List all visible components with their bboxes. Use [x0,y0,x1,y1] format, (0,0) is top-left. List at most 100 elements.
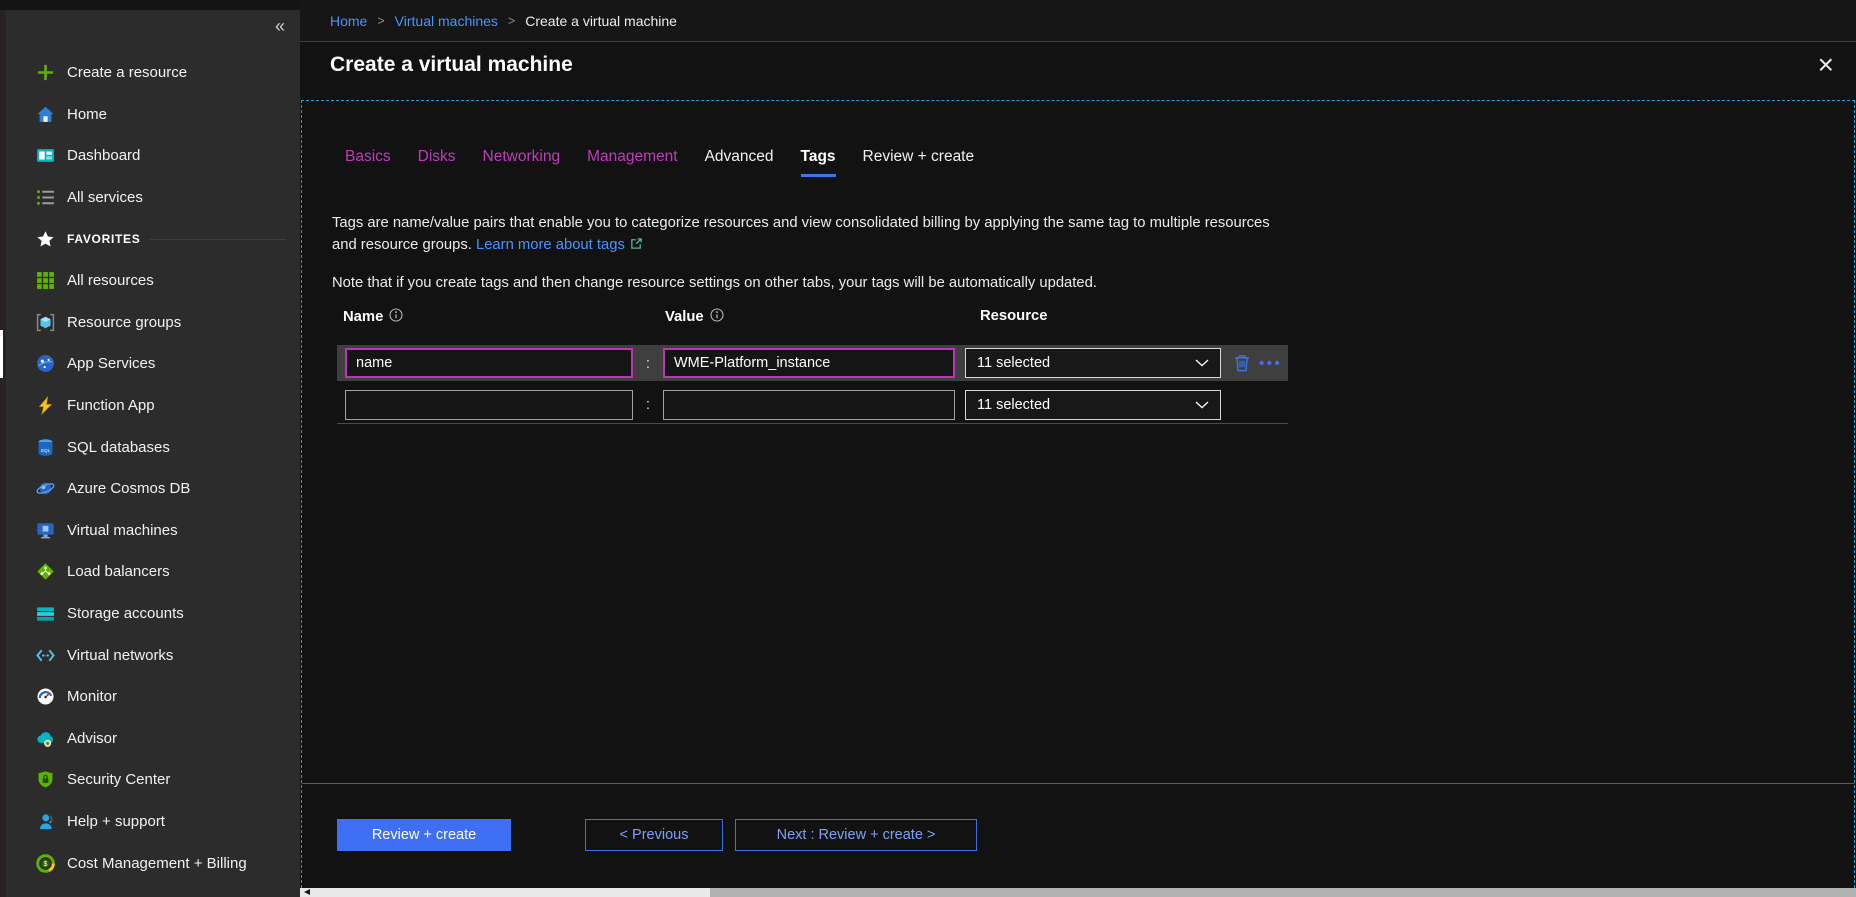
lightning-icon [36,396,55,415]
sidebar-item-dashboard[interactable]: Dashboard [6,135,300,177]
tab-review-create[interactable]: Review + create [863,148,975,177]
sidebar-item-label: Dashboard [67,147,140,164]
tab-tags[interactable]: Tags [801,148,836,177]
sidebar-item-label: Virtual machines [67,522,178,539]
sidebar-collapse-icon[interactable]: « [275,16,285,37]
sidebar-item-favorites: FAVORITES [6,218,300,260]
breadcrumb-home[interactable]: Home [330,13,367,29]
tag-row-2: : 11 selected [337,388,1288,421]
external-link-icon [630,235,643,257]
advisor-icon [36,729,55,748]
grid-icon [36,271,55,290]
breadcrumb-create-a-virtual-machine: Create a virtual machine [525,13,677,29]
sidebar-item-label: Load balancers [67,563,170,580]
tab-advanced[interactable]: Advanced [705,148,774,177]
review-create-button[interactable]: Review + create [337,819,511,851]
sidebar-item-create-a-resource[interactable]: Create a resource [6,52,300,94]
sidebar-item-label: Cost Management + Billing [67,855,247,872]
sidebar-item-label: Monitor [67,688,117,705]
tab-management[interactable]: Management [587,148,677,177]
resource-dropdown-value: 11 selected [977,397,1050,413]
sidebar-item-monitor[interactable]: Monitor [6,676,300,718]
close-icon[interactable]: × [1818,51,1834,79]
sidebar-item-advisor[interactable]: Advisor [6,718,300,760]
footer-divider [302,783,1854,784]
plus-icon [36,63,55,82]
sidebar-item-all-resources[interactable]: All resources [6,260,300,302]
sidebar-item-function-app[interactable]: Function App [6,385,300,427]
load-balancer-icon [36,562,55,581]
scroll-left-arrow-icon[interactable] [304,889,310,895]
sidebar-item-virtual-machines[interactable]: Virtual machines [6,510,300,552]
sidebar-item-label: FAVORITES [67,232,140,246]
breadcrumb-virtual-machines[interactable]: Virtual machines [395,13,498,29]
column-header-resource: Resource [980,308,1047,324]
sidebar-item-home[interactable]: Home [6,94,300,136]
rail-selection-indicator [0,330,3,378]
vm-monitor-icon [36,521,55,540]
billing-icon: $ [36,854,55,873]
resource-dropdown[interactable]: 11 selected [965,348,1221,378]
resource-dropdown[interactable]: 11 selected [965,390,1221,420]
resource-dropdown-value: 11 selected [977,355,1050,371]
page-title: Create a virtual machine [330,53,573,77]
title-bar: Create a virtual machine × [300,42,1856,88]
tag-name-input[interactable] [345,348,633,378]
tag-value-input-empty[interactable] [663,390,955,420]
sidebar-item-label: Storage accounts [67,605,184,622]
scrollbar-thumb[interactable] [710,888,1856,897]
tag-separator: : [633,355,663,372]
sidebar-item-label: Function App [67,397,155,414]
chevron-down-icon [1195,401,1209,409]
tab-networking[interactable]: Networking [483,148,561,177]
sidebar-item-label: Help + support [67,813,165,830]
tag-name-input-empty[interactable] [345,390,633,420]
trash-icon[interactable] [1234,354,1250,372]
previous-button[interactable]: < Previous [585,819,723,851]
gauge-icon [36,687,55,706]
star-icon [36,230,55,249]
sidebar-item-label: App Services [67,355,155,372]
sidebar-item-help-support[interactable]: Help + support [6,801,300,843]
horizontal-scrollbar[interactable] [300,888,1856,897]
next-button[interactable]: Next : Review + create > [735,819,977,851]
sidebar-item-label: All services [67,189,143,206]
home-icon [36,105,55,124]
tag-separator: : [633,396,663,413]
chevron-down-icon [1195,359,1209,367]
ellipsis-icon[interactable]: ••• [1259,356,1282,371]
sidebar-item-label: Create a resource [67,64,187,81]
list-icon [36,188,55,207]
tab-basics[interactable]: Basics [345,148,391,177]
sidebar-item-virtual-networks[interactable]: Virtual networks [6,634,300,676]
storage-icon [36,604,55,623]
breadcrumb-separator: > [377,14,384,28]
tab-strip: Basics Disks Networking Management Advanced T… [345,148,974,177]
column-header-value: Value [665,308,724,326]
breadcrumb: Home>Virtual machines>Create a virtual m… [300,0,1856,42]
column-header-name: Name [343,308,403,326]
sidebar: « Create a resource Home Dashboard All serv… [6,10,300,897]
sidebar-item-sql-databases[interactable]: SQLSQL databases [6,426,300,468]
sidebar-item-label: Home [67,106,107,123]
learn-more-link[interactable]: Learn more about tags [476,237,625,253]
svg-text:SQL: SQL [41,448,51,454]
sidebar-item-label: Advisor [67,730,117,747]
info-icon[interactable] [389,308,403,326]
sidebar-item-resource-groups[interactable]: Resource groups [6,302,300,344]
sidebar-item-all-services[interactable]: All services [6,177,300,219]
info-icon[interactable] [710,308,724,326]
sidebar-item-load-balancers[interactable]: Load balancers [6,551,300,593]
dashboard-icon [36,146,55,165]
sidebar-item-cost-management-billing[interactable]: $ Cost Management + Billing [6,842,300,884]
footer-buttons: Review + create < Previous Next : Review… [337,819,977,851]
database-icon: SQL [36,438,55,457]
cube-icon [36,313,55,332]
sidebar-item-azure-cosmos-db[interactable]: Azure Cosmos DB [6,468,300,510]
tab-disks[interactable]: Disks [418,148,456,177]
globe-icon [36,354,55,373]
tag-value-input[interactable] [663,348,955,378]
sidebar-item-app-services[interactable]: App Services [6,343,300,385]
sidebar-item-security-center[interactable]: Security Center [6,759,300,801]
sidebar-item-storage-accounts[interactable]: Storage accounts [6,593,300,635]
